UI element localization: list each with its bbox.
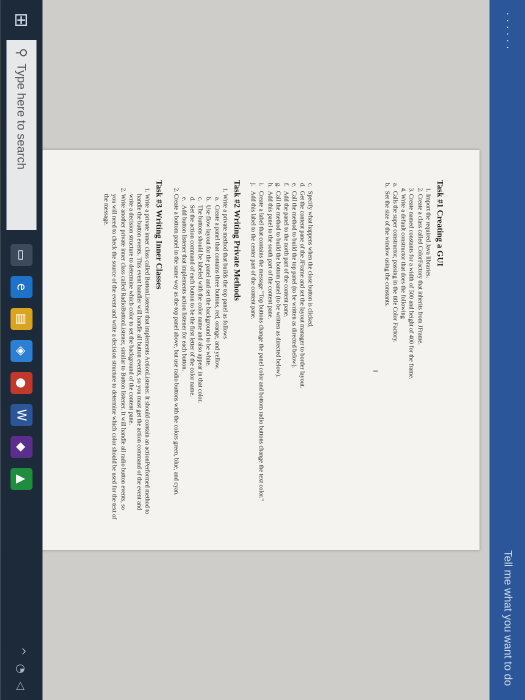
task1-sub-j: j.Add this label to the center part of t… — [249, 183, 257, 320]
task1-sub-a: a.Calls the super constructor, passing i… — [391, 183, 399, 343]
task1-sub-f: f.Add the panel to the north part of the… — [281, 183, 289, 318]
monitor-screen: · · · · · · Tell me what you want to do … — [0, 0, 525, 700]
task2-sublist: a.Create a panel that contains three but… — [179, 194, 220, 520]
task3-item-1: Write a private inner class called Butto… — [126, 194, 150, 520]
network-icon[interactable]: ◔ — [15, 664, 28, 674]
task2-heading: Task #2 Writing Private Methods — [231, 180, 242, 301]
task-view-icon[interactable]: ▭ — [10, 244, 32, 266]
system-tray: ^ ◔ ◁ — [15, 647, 28, 690]
task1-cont-sublist: c.Specify what happens when the close bu… — [248, 180, 314, 520]
task1-sub-i: i.Create a label that contains the messa… — [257, 183, 265, 501]
task2-item-1: Write a private method that builds the t… — [179, 194, 228, 520]
page-gap — [313, 180, 369, 520]
edge-icon[interactable]: e — [10, 276, 32, 298]
task2-sub-e: e.Add button listener that implements ac… — [179, 197, 187, 371]
task2-sub-b: b.Use flow layout for the panel and set … — [204, 197, 212, 367]
task1-sub-h: h.Add this panel to the south part of th… — [265, 183, 273, 320]
windows-start-icon[interactable]: ⊞ — [0, 0, 42, 40]
windows-taskbar: ⊞ ⚲ Type here to search ▭ e ▤ ◈ ● W ◆ ▲ … — [0, 0, 42, 700]
app-red-icon[interactable]: ● — [10, 372, 32, 394]
task2-list: Write a private method that builds the t… — [170, 180, 228, 520]
task1-sub-d: d.Get the content pane of the JFrame and… — [298, 183, 306, 389]
file-explorer-icon[interactable]: ▤ — [10, 308, 32, 330]
tell-me-box[interactable]: Tell me what you want to do — [501, 550, 513, 686]
document-page[interactable]: Task #1 Creating a GUI Import the requir… — [39, 150, 479, 550]
search-icon: ⚲ — [14, 48, 29, 58]
task2-item-2: Create a bottom panel in the same way as… — [170, 194, 179, 520]
photo-stage: · · · · · · Tell me what you want to do … — [0, 0, 525, 700]
app-green-icon[interactable]: ▲ — [10, 468, 32, 490]
task3-heading: Task #3 Writing Inner Classes — [154, 180, 165, 290]
task1-sub-b: b.Set the size of the window using the c… — [382, 183, 390, 307]
word-icon[interactable]: W — [10, 404, 32, 426]
task2-sub-c: c.The buttons should be labeled with the… — [196, 197, 204, 403]
task1-sub-g: g.Call the method to build the bottom pa… — [273, 183, 281, 378]
task1-sub-e: e.Call the method to build the top panel… — [290, 183, 298, 368]
task2-sub-d: d.Set the action command of each button … — [188, 197, 195, 397]
ribbon-dots: · · · · · · — [501, 12, 513, 50]
task3-item-2: Write another private inner class called… — [101, 194, 125, 520]
store-icon[interactable]: ◈ — [10, 340, 32, 362]
task1-list: Import the required Java libraries. Crea… — [398, 180, 431, 520]
chevron-up-icon[interactable]: ^ — [15, 647, 28, 656]
volume-icon[interactable]: ◁ — [15, 682, 28, 690]
task1-item-4: Write a default constructor that does th… — [398, 194, 406, 520]
taskbar-apps: ▭ e ▤ ◈ ● W ◆ ▲ — [10, 244, 32, 490]
task2-sub-a: a.Create a panel that contains three but… — [212, 197, 220, 370]
taskbar-search-input[interactable]: ⚲ Type here to search — [6, 40, 36, 230]
task1-heading: Task #1 Creating a GUI — [435, 180, 445, 267]
word-ribbon: · · · · · · Tell me what you want to do — [489, 0, 525, 700]
text-cursor-mark: I — [370, 370, 378, 373]
task1-item-1: Import the required Java libraries. — [423, 194, 431, 520]
app-purple-icon[interactable]: ◆ — [10, 436, 32, 458]
task1-sublist: a.Calls the super constructor, passing i… — [382, 180, 398, 520]
task1-item-2: Create a class called ColorFactory that … — [414, 194, 423, 520]
task1-sub-c: c.Specify what happens when the close bu… — [306, 183, 314, 328]
document-area: Task #1 Creating a GUI Import the requir… — [39, 0, 489, 700]
task3-list: Write a private inner class called Butto… — [101, 180, 150, 520]
task1-item-3: Create named constants for a width of 50… — [406, 194, 414, 520]
